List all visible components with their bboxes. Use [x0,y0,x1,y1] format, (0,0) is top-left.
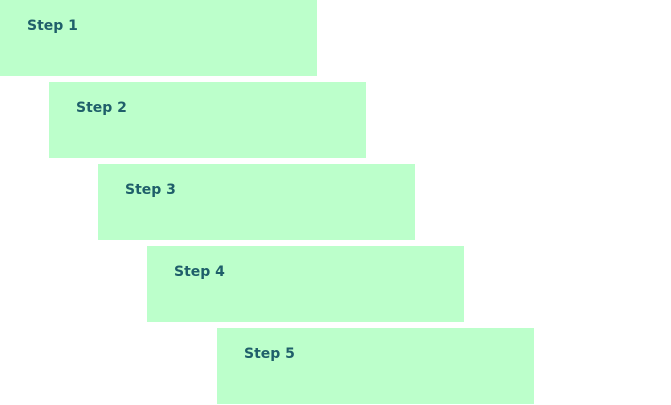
step-box-2: Step 2 [49,82,366,158]
step-box-5: Step 5 [217,328,534,404]
step-label-3: Step 3 [125,182,176,198]
step-box-4: Step 4 [147,246,464,322]
step-box-1: Step 1 [0,0,317,76]
step-label-4: Step 4 [174,264,225,280]
step-label-1: Step 1 [27,18,78,34]
step-label-5: Step 5 [244,346,295,362]
steps-diagram: Step 1 Step 2 Step 3 Step 4 Step 5 [0,0,671,405]
step-box-3: Step 3 [98,164,415,240]
step-label-2: Step 2 [76,100,127,116]
